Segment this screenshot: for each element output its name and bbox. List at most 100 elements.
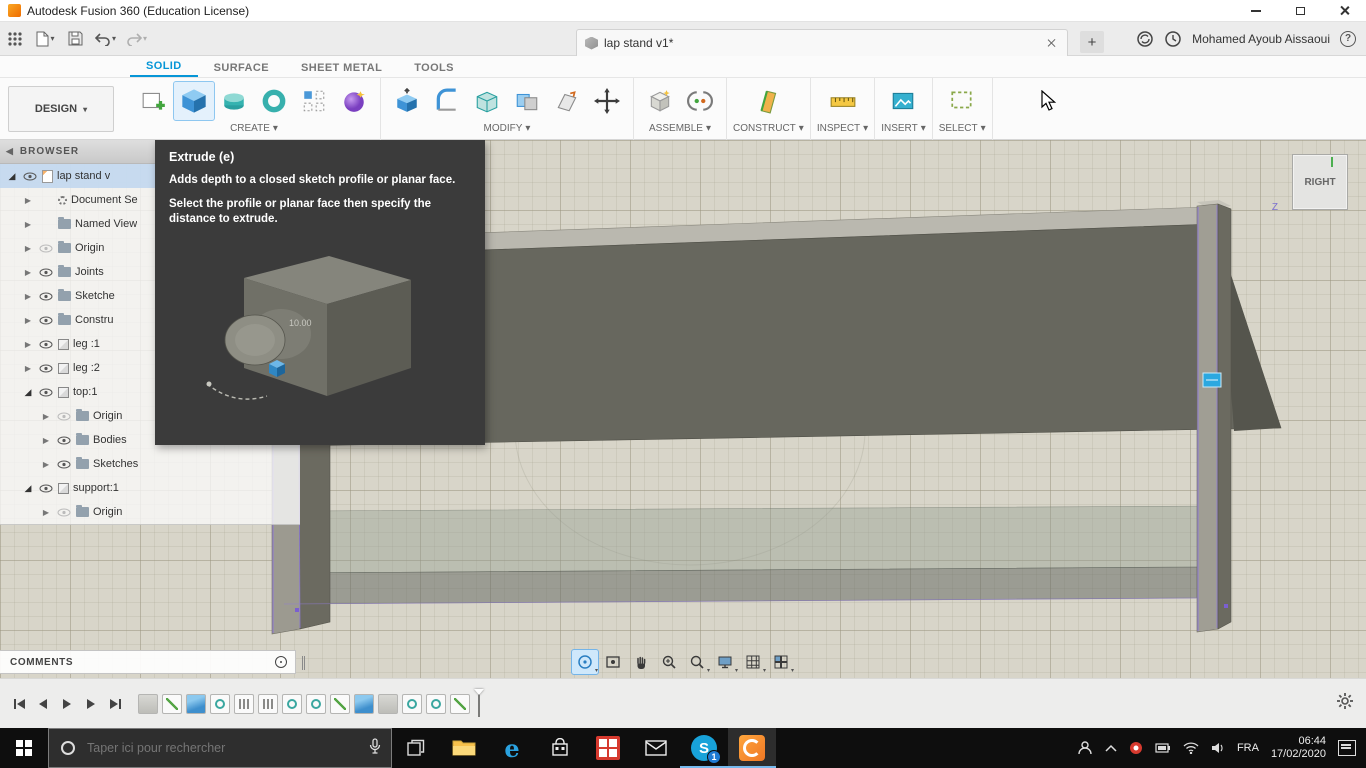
browser-item-top-sketches[interactable]: ▶ Sketches [0, 452, 300, 476]
fit-button[interactable]: ▾ [684, 650, 710, 674]
timeline-playhead[interactable] [478, 690, 480, 717]
tree-collapsed-icon[interactable]: ▶ [22, 268, 34, 277]
visibility-eye-icon[interactable] [38, 268, 54, 277]
file-menu-button[interactable]: ▾ [32, 26, 58, 52]
visibility-eye-icon[interactable] [22, 172, 38, 181]
shelf-front-face[interactable] [283, 566, 1198, 605]
mail-button[interactable] [632, 728, 680, 768]
hidden-icons-chevron-icon[interactable] [1105, 744, 1117, 752]
timeline-feature-circle[interactable] [282, 693, 302, 714]
fillet-button[interactable] [427, 82, 467, 120]
people-icon[interactable] [1077, 740, 1093, 756]
tree-collapsed-icon[interactable]: ▶ [40, 436, 52, 445]
grid-snaps-button[interactable]: ▾ [740, 650, 766, 674]
visibility-eye-icon[interactable] [38, 388, 54, 397]
tree-collapsed-icon[interactable]: ▶ [22, 316, 34, 325]
network-wifi-icon[interactable] [1183, 742, 1199, 754]
joint-button[interactable] [680, 82, 720, 120]
extrude-button[interactable] [173, 81, 215, 121]
combine-button[interactable] [507, 82, 547, 120]
timeline-feature-circle[interactable] [426, 693, 446, 714]
maximize-button[interactable] [1278, 0, 1322, 22]
view-cube-face-label[interactable]: RIGHT [1304, 177, 1335, 188]
go-to-start-button[interactable] [10, 695, 28, 713]
timeline-feature-sketch[interactable] [330, 693, 350, 714]
tray-app-icon[interactable] [1129, 741, 1143, 755]
edge-button[interactable]: e [488, 728, 536, 768]
store-button[interactable] [536, 728, 584, 768]
skype-button[interactable]: S 1 [680, 728, 728, 768]
timeline-feature-component[interactable] [378, 693, 398, 714]
timeline-feature-circle[interactable] [306, 693, 326, 714]
tab-solid[interactable]: SOLID [130, 57, 198, 77]
microphone-icon[interactable] [359, 737, 391, 759]
shelf-top-face[interactable] [283, 505, 1218, 574]
create-menu[interactable]: CREATE ▾ [230, 123, 278, 134]
visibility-eye-off-icon[interactable] [38, 244, 54, 253]
volume-icon[interactable] [1211, 742, 1225, 754]
timeline-feature-extrude[interactable] [354, 693, 374, 714]
modify-menu[interactable]: MODIFY ▾ [484, 123, 531, 134]
zoom-button[interactable] [656, 650, 682, 674]
tree-collapsed-icon[interactable]: ▶ [22, 220, 34, 229]
go-to-end-button[interactable] [106, 695, 124, 713]
visibility-eye-off-icon[interactable] [56, 412, 72, 421]
orbit-button[interactable]: ▾ [571, 649, 599, 675]
tree-collapsed-icon[interactable]: ▶ [22, 364, 34, 373]
start-button[interactable] [0, 728, 48, 768]
visibility-eye-icon[interactable] [56, 436, 72, 445]
view-cube[interactable]: RIGHT [1292, 154, 1348, 210]
timeline-settings-button[interactable] [1336, 692, 1354, 715]
timeline-feature-revolve[interactable] [210, 693, 230, 714]
tree-expanded-icon[interactable]: ◢ [22, 387, 34, 398]
right-leg-front[interactable] [1196, 203, 1219, 633]
file-explorer-button[interactable] [440, 728, 488, 768]
collapse-browser-icon[interactable]: ◀ [0, 146, 20, 157]
insert-menu[interactable]: INSERT ▾ [881, 123, 926, 134]
tree-expanded-icon[interactable]: ◢ [22, 483, 34, 494]
tree-collapsed-icon[interactable]: ▶ [22, 196, 34, 205]
comments-bar[interactable]: COMMENTS [0, 650, 296, 674]
task-view-button[interactable] [392, 728, 440, 768]
measure-button[interactable] [823, 82, 863, 120]
step-back-button[interactable] [34, 695, 52, 713]
3d-viewport[interactable]: RIGHT Z ◀ BROWSER ◢ lap stand v ▶ Docume… [0, 140, 1366, 678]
taskbar-search[interactable] [48, 728, 392, 768]
pan-button[interactable] [628, 650, 654, 674]
browser-item-support-origin[interactable]: ▶ Origin [0, 500, 300, 524]
insert-canvas-button[interactable] [883, 82, 923, 120]
tab-surface[interactable]: SURFACE [198, 59, 285, 77]
select-button[interactable] [942, 82, 982, 120]
tree-collapsed-icon[interactable]: ▶ [22, 340, 34, 349]
workspace-selector[interactable]: DESIGN ▾ [8, 86, 114, 132]
tree-expanded-icon[interactable]: ◢ [6, 171, 18, 182]
red-tile-app-button[interactable] [584, 728, 632, 768]
create-form-button[interactable] [334, 82, 374, 120]
language-indicator[interactable]: FRA [1237, 742, 1259, 754]
undo-button[interactable]: ▾ [92, 26, 119, 52]
tab-sheet-metal[interactable]: SHEET METAL [285, 59, 398, 77]
app-grid-button[interactable] [2, 26, 28, 52]
inspect-menu[interactable]: INSPECT ▾ [817, 123, 868, 134]
new-component-button[interactable] [640, 82, 680, 120]
fusion-360-taskbar-button[interactable] [728, 728, 776, 768]
search-input[interactable] [85, 740, 359, 756]
timeline-feature-component[interactable] [138, 693, 158, 714]
timeline-feature-joint[interactable] [258, 693, 278, 714]
battery-icon[interactable] [1155, 743, 1171, 753]
save-button[interactable] [62, 26, 88, 52]
shell-button[interactable] [467, 82, 507, 120]
select-menu[interactable]: SELECT ▾ [939, 123, 986, 134]
document-tab[interactable]: lap stand v1* [576, 29, 1068, 56]
job-status-icon[interactable] [1136, 30, 1154, 48]
manipulator-handle[interactable] [1202, 372, 1222, 388]
timeline-feature-sketch[interactable] [162, 693, 182, 714]
press-pull-button[interactable] [387, 82, 427, 120]
revolve-button[interactable] [214, 82, 254, 120]
tree-collapsed-icon[interactable]: ▶ [22, 292, 34, 301]
notifications-clock-icon[interactable] [1164, 30, 1182, 48]
redo-button[interactable]: ▾ [123, 26, 150, 52]
play-button[interactable] [58, 695, 76, 713]
comment-bubble-icon[interactable] [275, 656, 287, 668]
look-at-button[interactable] [600, 650, 626, 674]
